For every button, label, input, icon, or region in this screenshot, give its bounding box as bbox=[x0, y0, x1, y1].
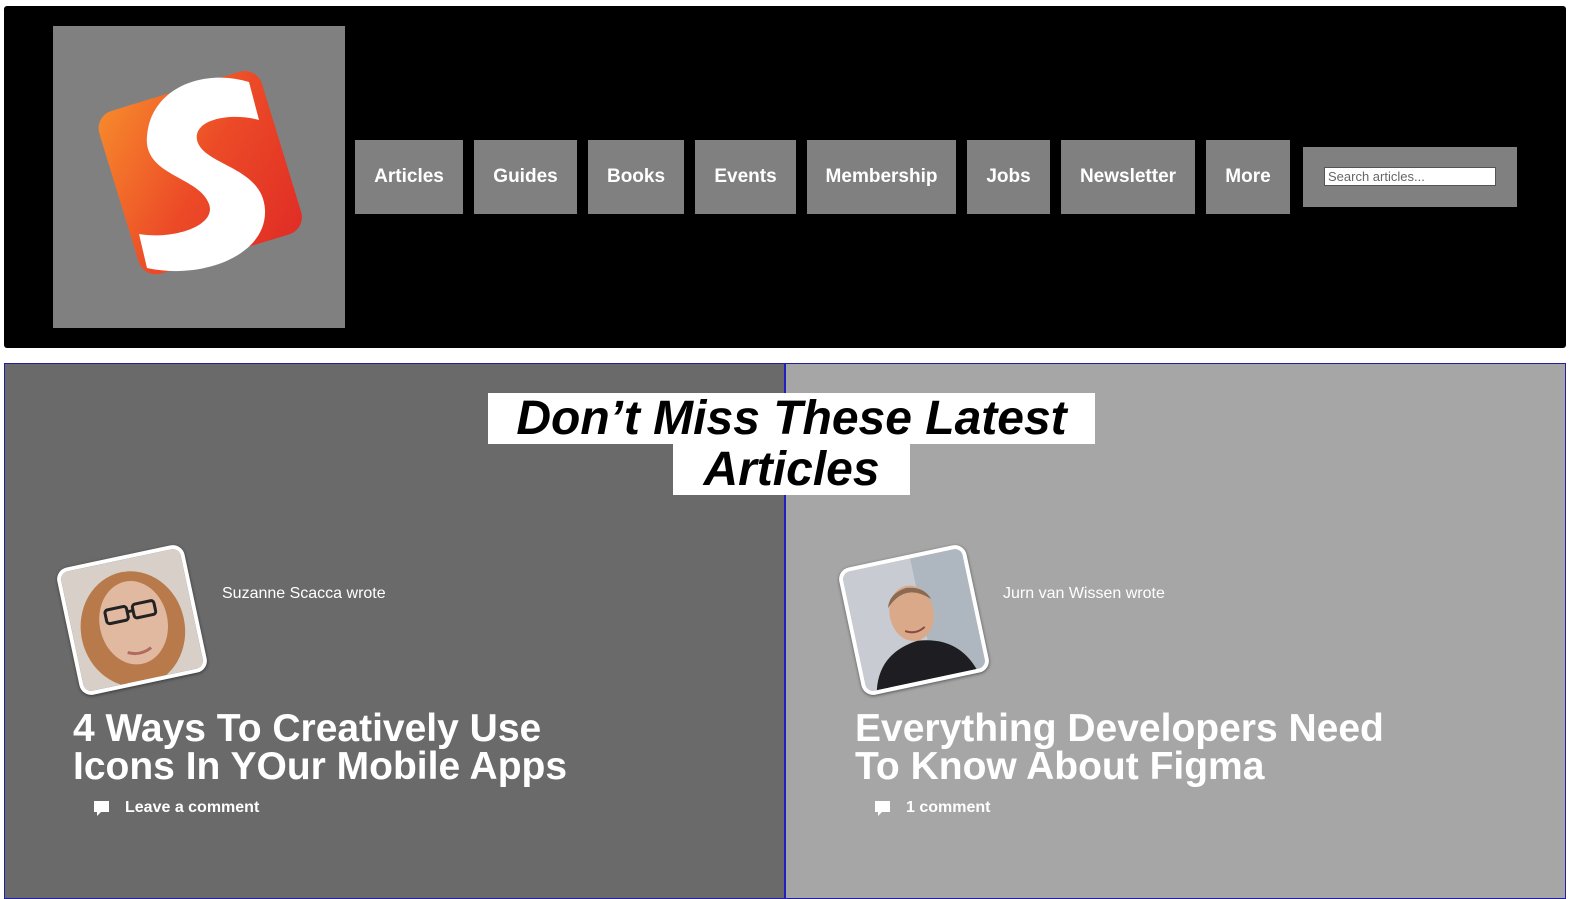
main-nav: Articles Guides Books Events Membership … bbox=[355, 140, 1290, 214]
comments-label: Leave a comment bbox=[125, 799, 260, 816]
author-name: Jurn van Wissen wrote bbox=[1003, 585, 1165, 602]
comments-link[interactable]: Leave a comment bbox=[93, 798, 259, 818]
heading-line-2: Articles bbox=[673, 444, 910, 495]
nav-jobs[interactable]: Jobs bbox=[967, 140, 1050, 214]
search-input[interactable] bbox=[1324, 167, 1496, 186]
nav-guides[interactable]: Guides bbox=[474, 140, 577, 214]
comments-link[interactable]: 1 comment bbox=[874, 798, 990, 818]
nav-books[interactable]: Books bbox=[588, 140, 684, 214]
site-header: Articles Guides Books Events Membership … bbox=[4, 6, 1566, 348]
author-name: Suzanne Scacca wrote bbox=[222, 585, 386, 602]
heading-line-1: Don’t Miss These Latest bbox=[488, 393, 1095, 444]
comment-icon bbox=[94, 800, 109, 816]
search-box bbox=[1303, 147, 1517, 207]
avatar-photo-icon bbox=[59, 547, 205, 693]
author-avatar-suzanne[interactable] bbox=[54, 542, 210, 698]
nav-more[interactable]: More bbox=[1206, 140, 1290, 214]
nav-events[interactable]: Events bbox=[695, 140, 796, 214]
nav-articles[interactable]: Articles bbox=[355, 140, 463, 214]
article-title[interactable]: Everything Developers Need To Know About… bbox=[855, 709, 1415, 786]
nav-newsletter[interactable]: Newsletter bbox=[1061, 140, 1195, 214]
smashing-logo-icon bbox=[98, 71, 302, 275]
avatar-photo-icon bbox=[841, 547, 987, 693]
latest-articles-heading: Don’t Miss These Latest Articles bbox=[0, 393, 1593, 495]
article-title[interactable]: 4 Ways To Creatively Use Icons In YOur M… bbox=[73, 709, 633, 786]
nav-membership[interactable]: Membership bbox=[807, 140, 956, 214]
site-logo[interactable] bbox=[53, 26, 345, 328]
comments-label: 1 comment bbox=[906, 799, 991, 816]
comment-icon bbox=[875, 800, 890, 816]
author-avatar-jurn[interactable] bbox=[836, 542, 992, 698]
